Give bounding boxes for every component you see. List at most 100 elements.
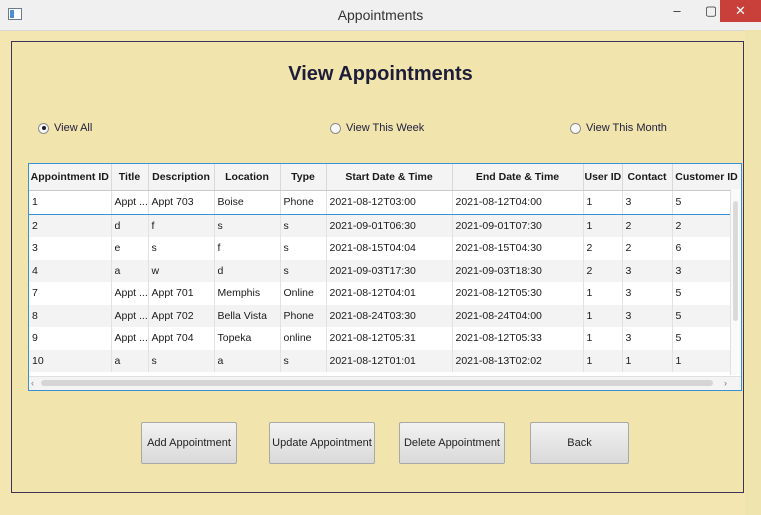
radio-dot — [38, 122, 49, 134]
delete-appointment-button[interactable]: Delete Appointment — [399, 422, 505, 464]
table-cell: s — [148, 349, 215, 372]
table-cell: Online — [280, 282, 327, 305]
table-cell: Phone — [280, 304, 327, 327]
table-cell: a — [111, 349, 149, 372]
column-header[interactable]: Description — [148, 164, 215, 191]
table-cell: Boise — [214, 190, 281, 215]
table-cell: Appt ... — [111, 282, 149, 305]
close-button[interactable]: ✕ — [720, 0, 761, 22]
table-cell: Bella Vista — [214, 304, 281, 327]
table-cell: 2021-09-03T17:30 — [326, 259, 453, 282]
radio-dot — [330, 122, 341, 134]
table-cell: Appt 702 — [148, 304, 215, 327]
column-header[interactable]: Customer ID — [672, 164, 741, 191]
table-cell: s — [280, 259, 327, 282]
column-header[interactable]: Start Date & Time — [326, 164, 453, 191]
column-header[interactable]: Location — [214, 164, 281, 191]
table-cell: a — [214, 349, 281, 372]
table-cell: 3 — [622, 259, 673, 282]
table-cell: Appt 703 — [148, 190, 215, 215]
table-cell: 3 — [622, 327, 673, 350]
table-row[interactable]: 10 a s a s 2021-08-12T01:01 2021-08-13T0… — [29, 349, 741, 372]
table-cell: Topeka — [214, 327, 281, 350]
table-cell: 2021-08-12T01:01 — [326, 349, 453, 372]
update-appointment-button[interactable]: Update Appointment — [269, 422, 375, 464]
scroll-right-icon[interactable]: › — [724, 377, 727, 390]
page-title: View Appointments — [288, 63, 473, 85]
table-cell: 1 — [583, 190, 623, 215]
table-cell: 2021-08-12T05:30 — [452, 282, 584, 305]
column-header[interactable]: User ID — [583, 164, 623, 191]
table-cell: 2021-08-13T02:02 — [452, 349, 584, 372]
table-row[interactable]: 7 Appt ... Appt 701 Memphis Online 2021-… — [29, 282, 741, 305]
table-row[interactable]: 1 Appt ... Appt 703 Boise Phone 2021-08-… — [29, 190, 741, 215]
scrollbar-thumb[interactable] — [41, 380, 713, 386]
scrollbar-thumb[interactable] — [733, 201, 738, 321]
table-cell: 3 — [29, 237, 112, 260]
table-cell: Appt ... — [111, 304, 149, 327]
table-cell: 1 — [583, 282, 623, 305]
appointments-table[interactable]: Appointment ID Title Description Locatio… — [28, 163, 742, 391]
table-cell: 2021-09-01T07:30 — [452, 214, 584, 237]
scroll-left-icon[interactable]: ‹ — [31, 377, 34, 390]
radio-view-this-week[interactable]: View This Week — [330, 122, 424, 134]
table-cell: e — [111, 237, 149, 260]
table-header-row: Appointment ID Title Description Locatio… — [29, 164, 741, 191]
table-cell: Appt 704 — [148, 327, 215, 350]
table-cell: d — [214, 259, 281, 282]
table-cell: w — [148, 259, 215, 282]
table-row[interactable]: 3 e s f s 2021-08-15T04:04 2021-08-15T04… — [29, 237, 741, 260]
table-cell: 1 — [583, 214, 623, 237]
table-cell: s — [280, 237, 327, 260]
table-cell: 1 — [583, 349, 623, 372]
radio-label: View This Month — [586, 122, 667, 134]
table-cell: s — [280, 349, 327, 372]
table-cell: 2021-08-15T04:30 — [452, 237, 584, 260]
table-cell: 7 — [29, 282, 112, 305]
table-cell: 1 — [583, 304, 623, 327]
horizontal-scrollbar[interactable]: ‹ › — [29, 376, 741, 390]
table-cell: Phone — [280, 190, 327, 215]
table-cell: online — [280, 327, 327, 350]
table-cell: Memphis — [214, 282, 281, 305]
table-cell: d — [111, 214, 149, 237]
table-row[interactable]: 2 d f s s 2021-09-01T06:30 2021-09-01T07… — [29, 214, 741, 237]
table-cell: 4 — [29, 259, 112, 282]
table-cell: s — [214, 214, 281, 237]
window-title: Appointments — [337, 7, 424, 23]
column-header[interactable]: Appointment ID — [29, 164, 112, 191]
table-cell: 2 — [622, 214, 673, 237]
table-cell: 2021-09-01T06:30 — [326, 214, 453, 237]
column-header[interactable]: Type — [280, 164, 327, 191]
column-header[interactable]: Contact — [622, 164, 673, 191]
table-cell: 2 — [622, 237, 673, 260]
table-cell: 2021-08-12T04:00 — [452, 190, 584, 215]
column-header[interactable]: Title — [111, 164, 149, 191]
table-row[interactable]: 8 Appt ... Appt 702 Bella Vista Phone 20… — [29, 304, 741, 327]
table-cell: 3 — [622, 190, 673, 215]
table-cell: 2021-09-03T18:30 — [452, 259, 584, 282]
table-cell: Appt ... — [111, 190, 149, 215]
table-row[interactable]: 4 a w d s 2021-09-03T17:30 2021-09-03T18… — [29, 259, 741, 282]
radio-view-all[interactable]: View All — [38, 122, 92, 134]
table-cell: Appt 701 — [148, 282, 215, 305]
minimize-button[interactable]: – — [660, 0, 694, 22]
table-cell: 8 — [29, 304, 112, 327]
table-cell: 2 — [583, 259, 623, 282]
vertical-scrollbar[interactable] — [730, 189, 741, 375]
radio-view-this-month[interactable]: View This Month — [570, 122, 667, 134]
title-bar: Appointments – ▢ ✕ — [0, 0, 761, 31]
table-cell: 3 — [622, 282, 673, 305]
table-cell: f — [214, 237, 281, 260]
table-cell: 10 — [29, 349, 112, 372]
table-row[interactable]: 9 Appt ... Appt 704 Topeka online 2021-0… — [29, 327, 741, 350]
table-cell: 2021-08-12T05:33 — [452, 327, 584, 350]
column-header[interactable]: End Date & Time — [452, 164, 584, 191]
add-appointment-button[interactable]: Add Appointment — [141, 422, 237, 464]
table-cell: 1 — [622, 349, 673, 372]
radio-label: View All — [54, 122, 93, 134]
back-button[interactable]: Back — [530, 422, 629, 464]
table-cell: Appt ... — [111, 327, 149, 350]
table-cell: 2021-08-12T05:31 — [326, 327, 453, 350]
radio-label: View This Week — [346, 122, 425, 134]
